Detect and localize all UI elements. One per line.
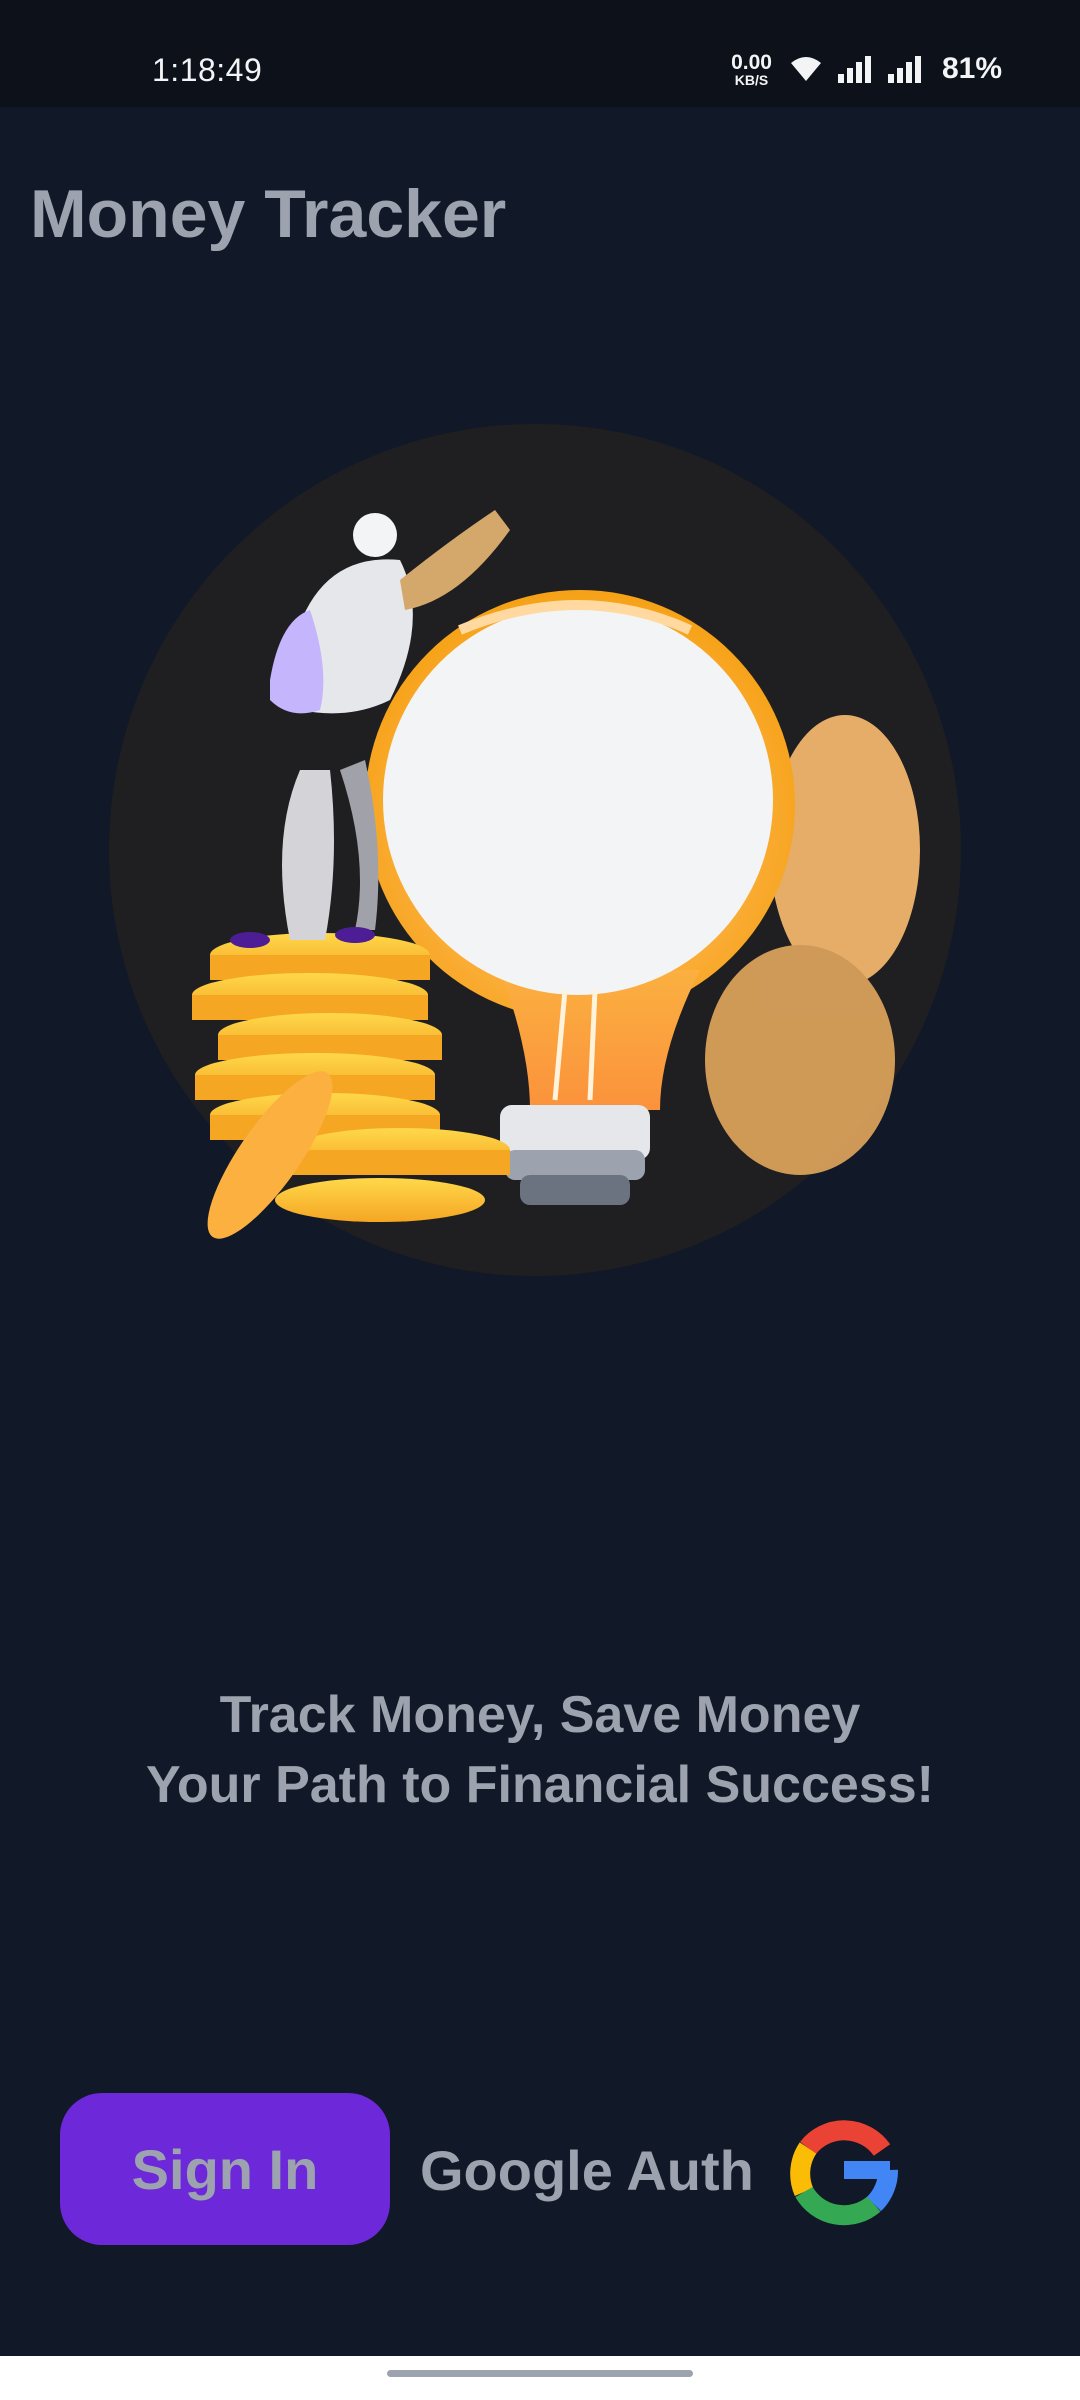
net-speed-unit: KB/S (734, 71, 769, 88)
home-indicator[interactable] (387, 2370, 693, 2377)
status-icons: 0.00 KB/S 81% (731, 44, 1002, 94)
wifi-icon (790, 57, 821, 81)
tagline-line-1: Track Money, Save Money (219, 1686, 861, 1744)
net-speed: 0.00 KB/S (731, 52, 772, 87)
tagline-line-2: Your Path to Financial Success! (146, 1756, 934, 1814)
net-speed-value: 0.00 (731, 50, 772, 74)
sign-in-button[interactable]: Sign In (60, 2093, 390, 2245)
status-bar: 1:18:49 0.00 KB/S 81% (0, 0, 1080, 107)
app-title: Money Tracker (30, 176, 507, 252)
signal-icon (837, 56, 871, 83)
google-icon (790, 2120, 898, 2226)
navigation-bar (0, 2356, 1080, 2400)
hero-illustration (109, 424, 961, 1276)
tagline: Track Money, Save Money Your Path to Fin… (0, 1680, 1080, 1820)
signal-icon (887, 56, 921, 83)
google-auth-label: Google Auth (420, 2138, 754, 2202)
battery-level: 81% (941, 52, 1002, 85)
google-auth-button[interactable]: Google Auth (420, 2105, 902, 2235)
status-time: 1:18:49 (152, 52, 263, 88)
